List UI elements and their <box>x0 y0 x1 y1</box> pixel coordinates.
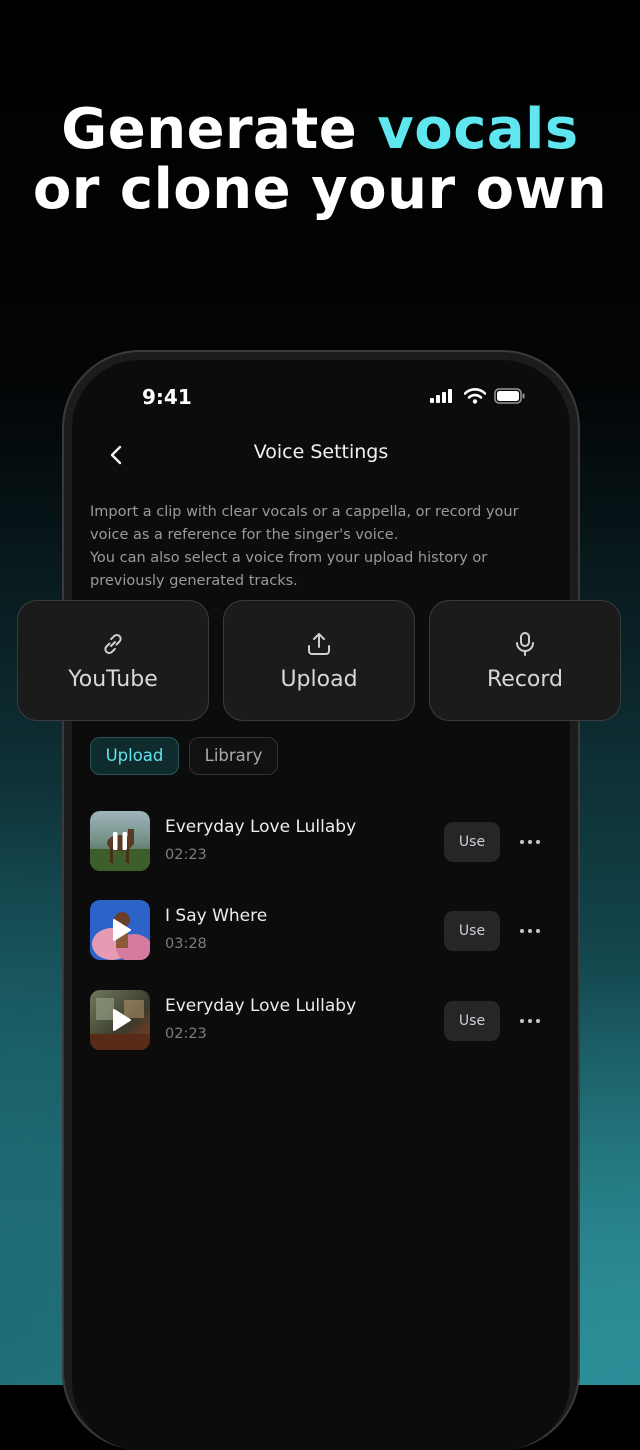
track-artwork <box>90 811 150 871</box>
use-button[interactable]: Use <box>444 822 500 862</box>
track-title: Everyday Love Lullaby <box>165 817 357 837</box>
tab-upload[interactable]: Upload <box>90 737 179 775</box>
description-line-1: Import a clip with clear vocals or a cap… <box>90 504 519 543</box>
track-row[interactable]: Everyday Love Lullaby 02:23 Use <box>90 990 550 1052</box>
track-row[interactable]: I Say Where 03:28 Use <box>90 900 550 962</box>
track-title: Everyday Love Lullaby <box>165 996 357 1016</box>
tab-library[interactable]: Library <box>189 737 278 775</box>
cellular-signal-icon <box>430 389 452 403</box>
status-icons <box>430 388 526 404</box>
track-row[interactable]: Everyday Love Lullaby 02:23 Use <box>90 811 550 873</box>
description: Import a clip with clear vocals or a cap… <box>90 501 552 593</box>
microphone-icon <box>516 632 534 656</box>
pause-icon[interactable] <box>90 811 150 871</box>
page-title: Voice Settings <box>253 441 389 463</box>
more-options-icon[interactable] <box>518 919 542 943</box>
upload-option-button[interactable]: Upload <box>223 600 415 721</box>
description-line-2: You can also select a voice from your up… <box>90 550 488 589</box>
upload-option-label: Upload <box>280 667 358 692</box>
play-icon[interactable] <box>90 900 150 960</box>
upload-icon <box>308 633 330 655</box>
youtube-option-button[interactable]: YouTube <box>17 600 209 721</box>
youtube-option-label: YouTube <box>68 667 158 692</box>
headline-accent: vocals <box>377 97 579 162</box>
record-option-label: Record <box>486 667 563 692</box>
track-artwork <box>90 990 150 1050</box>
use-button[interactable]: Use <box>444 1001 500 1041</box>
headline-line-2: or clone your own <box>32 157 608 222</box>
status-time: 9:41 <box>142 385 192 409</box>
play-icon[interactable] <box>90 990 150 1050</box>
more-options-icon[interactable] <box>518 830 542 854</box>
headline-line-1: Generate vocals <box>0 100 640 160</box>
track-duration: 02:23 <box>165 847 207 863</box>
record-option-button[interactable]: Record <box>429 600 621 721</box>
wifi-icon <box>464 388 486 404</box>
headline: Generate vocals or clone your own <box>0 100 640 220</box>
track-duration: 02:23 <box>165 1026 207 1042</box>
use-button[interactable]: Use <box>444 911 500 951</box>
link-icon <box>104 634 122 654</box>
track-title: I Say Where <box>165 906 268 926</box>
track-duration: 03:28 <box>165 936 207 952</box>
more-options-icon[interactable] <box>518 1009 542 1033</box>
battery-icon <box>494 388 525 404</box>
headline-plain: Generate <box>61 97 378 162</box>
track-artwork <box>90 900 150 960</box>
